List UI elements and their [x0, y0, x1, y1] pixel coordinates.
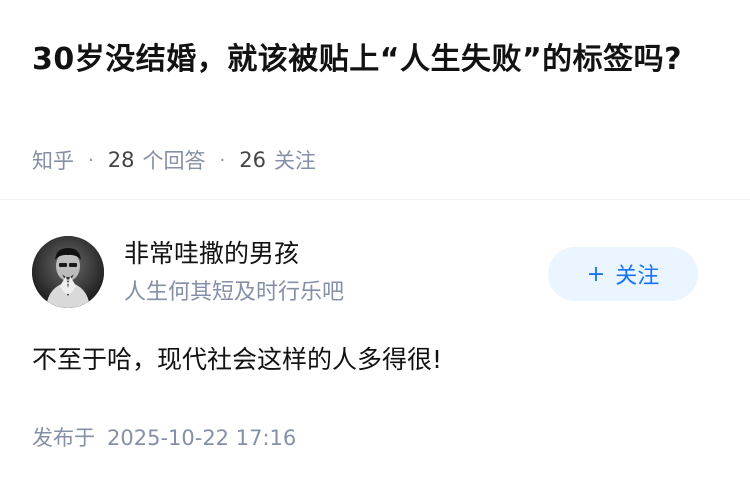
author-name[interactable]: 非常哇撒的男孩	[124, 236, 299, 272]
publish-info: 发布于 2025-10-22 17:16	[32, 422, 296, 454]
plus-icon: +	[586, 261, 606, 287]
avatar[interactable]	[32, 236, 104, 308]
follow-button[interactable]: + 关注	[548, 247, 698, 301]
answer-count-label[interactable]: 个回答	[142, 145, 205, 175]
answer-page: 30岁没结婚，就该被贴上“人生失败”的标签吗? 知乎 · 28 个回答 · 26…	[0, 0, 750, 490]
author-bio: 人生何其短及时行乐吧	[124, 280, 345, 305]
publish-label: 发布于	[32, 426, 95, 450]
meta-separator: ·	[88, 149, 94, 171]
meta-separator: ·	[219, 149, 226, 171]
answer-count: 28	[107, 148, 135, 172]
answer-content: 不至于哈，现代社会这样的人多得很!	[32, 345, 443, 374]
follow-count: 26	[239, 148, 266, 172]
follow-count-label[interactable]: 关注	[274, 145, 316, 175]
section-divider	[0, 199, 750, 200]
question-meta: 知乎 · 28 个回答 · 26 关注	[32, 144, 316, 176]
avatar-photo-icon	[32, 236, 104, 308]
question-title[interactable]: 30岁没结婚，就该被贴上“人生失败”的标签吗?	[32, 36, 722, 84]
publish-timestamp: 2025-10-22 17:16	[107, 426, 297, 450]
source-label[interactable]: 知乎	[32, 145, 74, 175]
follow-button-label: 关注	[615, 264, 660, 289]
